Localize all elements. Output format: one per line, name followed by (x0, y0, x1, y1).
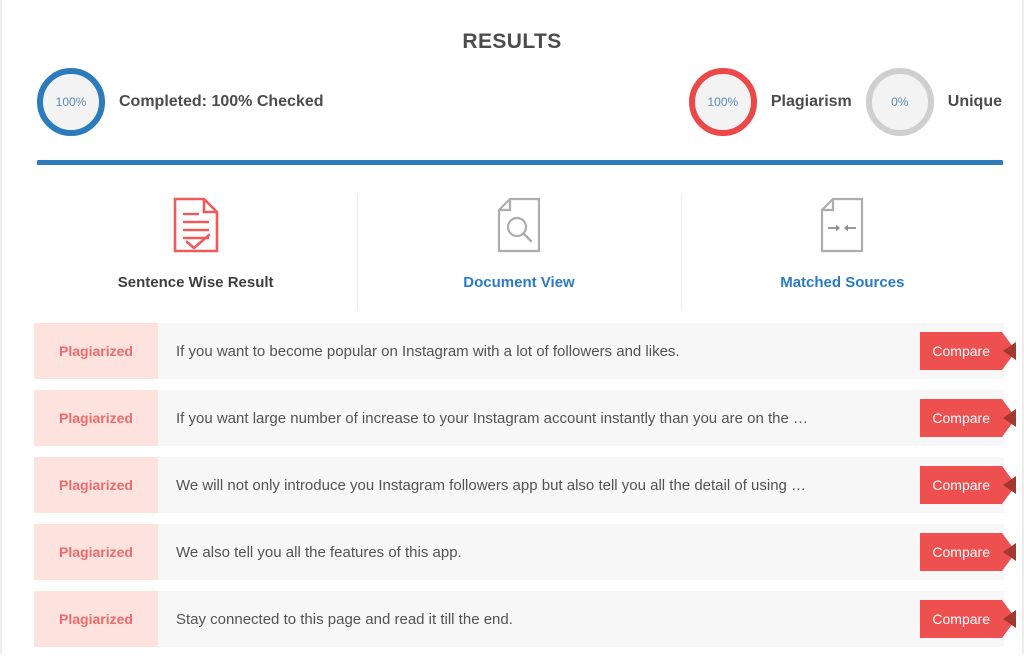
unique-donut-icon: 0% (865, 68, 934, 136)
compare-button[interactable]: Compare (920, 399, 1016, 437)
table-row: Plagiarized We also tell you all the fea… (34, 524, 1016, 580)
tab-label-sentence-wise-result: Sentence Wise Result (117, 274, 274, 291)
completed-donut-icon: 100% (37, 68, 105, 136)
sentence-text: Stay connected to this page and read it … (158, 591, 1004, 647)
compare-arrow-icon (1002, 466, 1016, 504)
ribbon-fold-bottom-icon (1003, 351, 1016, 360)
document-search-icon (496, 194, 542, 256)
sentence-result-list: Plagiarized If you want to become popula… (34, 323, 1016, 658)
table-row: Plagiarized If you want to become popula… (34, 323, 1016, 379)
ribbon-fold-bottom-icon (1003, 552, 1016, 561)
tab-label-document-view: Document View (463, 274, 575, 291)
table-row: Plagiarized Stay connected to this page … (34, 591, 1016, 647)
result-view-tabs: Sentence Wise Result Document View Match… (34, 194, 1004, 310)
tab-matched-sources[interactable]: Matched Sources (680, 194, 1004, 310)
status-badge: Plagiarized (34, 457, 158, 513)
sentence-text-value: If you want large number of increase to … (176, 409, 809, 427)
ribbon-fold-top-icon (1003, 476, 1016, 485)
compare-button[interactable]: Compare (920, 466, 1016, 504)
plagiarism-label: Plagiarism (770, 93, 852, 110)
tab-document-view[interactable]: Document View (357, 194, 680, 310)
page-title: RESULTS (462, 30, 562, 53)
plagiarism-donut-icon: 100% (688, 68, 757, 136)
stat-plagiarism: 100% Plagiarism (688, 68, 852, 136)
tab-label-matched-sources: Matched Sources (780, 274, 905, 291)
ribbon-fold-bottom-icon (1003, 418, 1016, 427)
compare-arrow-icon (1002, 533, 1016, 571)
document-compare-icon (819, 194, 865, 256)
ribbon-fold-top-icon (1003, 342, 1016, 351)
ribbon-fold-top-icon (1003, 409, 1016, 418)
completed-percent: 100% (55, 95, 87, 109)
status-badge: Plagiarized (34, 524, 158, 580)
compare-button[interactable]: Compare (920, 332, 1016, 370)
document-check-icon (171, 194, 221, 256)
compare-button-label: Compare (920, 332, 1002, 370)
stat-completed: 100% Completed: 100% Checked (37, 68, 324, 136)
unique-percent: 0% (891, 95, 909, 109)
compare-button-label: Compare (920, 600, 1002, 638)
sentence-text: If you want to become popular on Instagr… (158, 323, 1004, 379)
tab-sentence-wise-result[interactable]: Sentence Wise Result (34, 194, 357, 310)
status-badge: Plagiarized (34, 591, 158, 647)
table-row: Plagiarized If you want large number of … (34, 390, 1016, 446)
sentence-text-value: If you want to become popular on Instagr… (176, 342, 680, 360)
ribbon-fold-top-icon (1003, 610, 1016, 619)
results-page: RESULTS 100% Completed: 100% Checked 100… (0, 0, 1024, 654)
table-row: Plagiarized We will not only introduce y… (34, 457, 1016, 513)
compare-arrow-icon (1002, 399, 1016, 437)
ribbon-fold-bottom-icon (1003, 619, 1016, 628)
compare-button-label: Compare (920, 533, 1002, 571)
sentence-text-value: We also tell you all the features of thi… (176, 543, 462, 561)
sentence-text: If you want large number of increase to … (158, 390, 1004, 446)
plagiarism-percent: 100% (707, 95, 739, 109)
status-badge: Plagiarized (34, 323, 158, 379)
compare-arrow-icon (1002, 600, 1016, 638)
compare-arrow-icon (1002, 332, 1016, 370)
section-divider (37, 160, 1003, 165)
compare-button[interactable]: Compare (920, 600, 1016, 638)
sentence-text: We also tell you all the features of thi… (158, 524, 1004, 580)
ribbon-fold-bottom-icon (1003, 485, 1016, 494)
compare-button-label: Compare (920, 466, 1002, 504)
compare-button-label: Compare (920, 399, 1002, 437)
status-badge: Plagiarized (34, 390, 158, 446)
sentence-text-value: We will not only introduce you Instagram… (176, 476, 807, 494)
completion-stat-group: 100% Completed: 100% Checked (37, 68, 324, 136)
compare-button[interactable]: Compare (920, 533, 1016, 571)
sentence-text: We will not only introduce you Instagram… (158, 457, 1004, 513)
completed-label: Completed: 100% Checked (119, 93, 324, 110)
sentence-text-value: Stay connected to this page and read it … (176, 610, 513, 628)
unique-label: Unique (947, 93, 1002, 110)
score-stat-group: 100% Plagiarism 0% Unique (688, 68, 1002, 136)
stat-unique: 0% Unique (865, 68, 1002, 136)
ribbon-fold-top-icon (1003, 543, 1016, 552)
